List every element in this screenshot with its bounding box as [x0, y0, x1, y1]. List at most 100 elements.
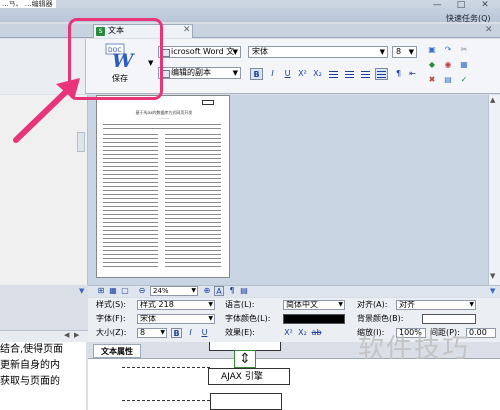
text-line [165, 226, 221, 227]
page-icon[interactable]: ▢ [120, 286, 130, 296]
font-family-value: 宋体 [140, 314, 156, 323]
prop-italic-button[interactable]: I [185, 328, 196, 338]
paste-icon[interactable]: ▣ [427, 45, 437, 54]
text-line [103, 198, 158, 199]
page-minimize-icon[interactable] [202, 100, 214, 105]
effect-superscript-button[interactable]: X² [283, 328, 294, 338]
close-icon[interactable]: ✕ [476, 1, 494, 11]
text-line [103, 206, 158, 207]
font-size-select[interactable]: 8 ▼ [137, 328, 167, 338]
minimize-icon[interactable]: — [428, 1, 446, 11]
style-select[interactable]: 样式 218 ▼ [137, 300, 215, 310]
scroll-down-icon[interactable]: ▼ [490, 272, 495, 280]
effect-subscript-button[interactable]: X₂ [297, 328, 308, 338]
text-line [103, 234, 158, 235]
font-color-label: 字体颜色(L): [225, 314, 271, 323]
prop-bold-button[interactable]: B [171, 328, 182, 338]
underline-button[interactable]: U [281, 68, 294, 80]
text-line [165, 266, 221, 267]
scroll-right-icon[interactable]: ▶ [74, 331, 79, 339]
copy-select[interactable]: 编辑的副本 ▼ [158, 67, 241, 79]
size-select[interactable]: 8 ▼ [392, 46, 417, 58]
align-right-icon[interactable] [361, 71, 370, 78]
layout-icon[interactable]: ▤ [239, 286, 249, 296]
bold-button[interactable]: B [250, 68, 263, 80]
italic-button[interactable]: I [266, 68, 279, 80]
text-line [103, 150, 158, 151]
scroll-up-icon[interactable]: ▲ [490, 96, 495, 104]
text-line [165, 262, 221, 263]
link-icon[interactable]: ◉ [443, 60, 453, 69]
text-line [103, 262, 158, 263]
text-line [165, 134, 221, 135]
maximize-icon[interactable]: □ [452, 1, 470, 11]
double-arrow-icon: ⇕ [234, 350, 256, 368]
cut-icon[interactable]: ✂ [459, 45, 469, 54]
text-line [165, 218, 221, 219]
text-line [165, 194, 221, 195]
insert-icon[interactable]: ◆ [427, 60, 437, 69]
panel-collapse-handle[interactable] [77, 132, 85, 152]
text-line [165, 146, 221, 147]
chevron-down-icon: ▼ [232, 48, 238, 56]
text-line [165, 154, 221, 155]
text-line [103, 226, 158, 227]
spell-icon[interactable]: ✓ [459, 75, 469, 84]
fit-page-icon[interactable]: ⊞ [96, 286, 106, 296]
font-color-swatch[interactable] [283, 314, 345, 324]
align-select[interactable]: 对齐 ▼ [396, 300, 476, 310]
justify-icon [377, 71, 386, 78]
text-line [103, 218, 158, 219]
format-select[interactable]: icrosoft Word 文 ▼ [158, 46, 241, 58]
text-line [165, 170, 221, 171]
table-icon[interactable]: ▤ [443, 75, 453, 84]
effect-strikethrough-button[interactable]: ab [311, 328, 322, 338]
text-line [103, 238, 158, 239]
language-value: 简体中文 [286, 300, 318, 309]
left-panel-expand-icon[interactable]: ▼ [79, 287, 84, 295]
watermark: 软件技巧 [358, 334, 471, 364]
font-select[interactable]: 宋体 ▼ [248, 46, 388, 58]
text-line [165, 138, 221, 139]
right-panel-expand-icon[interactable]: ▼ [490, 287, 495, 295]
redo-icon[interactable]: ↷ [443, 45, 453, 54]
language-select[interactable]: 简体中文 ▼ [283, 300, 345, 310]
text-line [103, 266, 158, 267]
indent-icon[interactable]: ¶ [392, 68, 405, 80]
zoom-in-icon[interactable]: ⊕ [202, 286, 212, 296]
zoom-out-icon[interactable]: ⊖ [137, 286, 147, 296]
spacing-field[interactable]: 0.00 [466, 328, 496, 338]
tab-close-icon[interactable]: ✕ [183, 25, 191, 35]
left-panel [0, 95, 88, 285]
font-family-select[interactable]: 宋体 ▼ [137, 314, 215, 324]
subscript-button[interactable]: X₂ [311, 68, 324, 80]
text-view-icon[interactable]: A [214, 286, 224, 296]
chevron-down-icon: ▼ [160, 329, 165, 336]
prop-underline-button[interactable]: U [199, 328, 210, 338]
text-line [165, 174, 221, 175]
panel-close-icon[interactable]: ✕ [485, 25, 493, 35]
image-icon[interactable]: ▦ [459, 60, 469, 69]
grid-icon[interactable]: ▦ [108, 286, 118, 296]
tab-text-properties[interactable]: 文本属性 [93, 344, 141, 358]
bgcolor-label: 背景颜色(B): [357, 314, 404, 323]
chevron-down-icon: ▼ [338, 301, 343, 308]
outdent-icon[interactable]: ⇤ [406, 68, 419, 80]
delete-icon[interactable]: ✖ [427, 75, 437, 84]
align-center-icon[interactable] [345, 71, 354, 78]
bgcolor-swatch[interactable] [422, 314, 476, 324]
text-line [103, 146, 158, 147]
format-select-value: icrosoft Word 文 [171, 47, 235, 56]
align-left-icon[interactable] [329, 71, 338, 78]
vertical-scrollbar[interactable] [488, 95, 500, 285]
paragraph-icon[interactable]: ¶ [227, 286, 237, 296]
superscript-button[interactable]: X² [296, 68, 309, 80]
text-line [165, 234, 221, 235]
window-title: ...ㄢ、 ...编辑器 [0, 0, 56, 8]
align-label: 对齐(A): [357, 300, 388, 309]
zoom-select[interactable]: 24% ▼ [150, 286, 198, 296]
text-line: 获取与页面的 [0, 376, 60, 387]
dashed-line [122, 367, 210, 368]
quick-task-menu[interactable]: 快速任务(Q) [446, 13, 491, 24]
scroll-left-icon[interactable]: ◀ [64, 331, 69, 339]
